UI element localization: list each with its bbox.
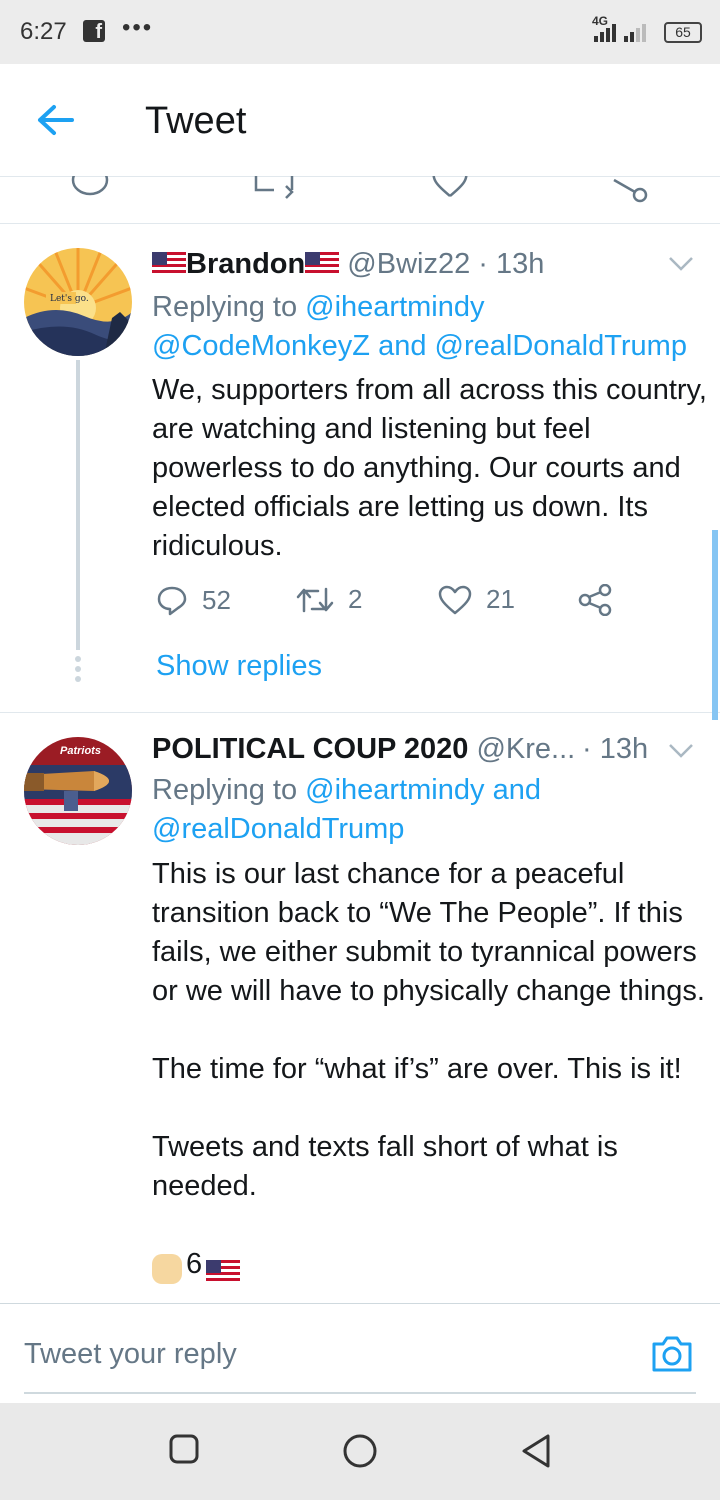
avatar-caption: Let's go. bbox=[50, 294, 89, 304]
avatar-caption: Patriots bbox=[60, 745, 101, 757]
retweet-count: 2 bbox=[348, 584, 363, 614]
heart-icon bbox=[438, 585, 472, 614]
back-icon[interactable] bbox=[520, 1433, 552, 1469]
replying-to: Replying to @iheartmindy and @realDonald… bbox=[152, 771, 712, 849]
show-replies-link[interactable]: Show replies bbox=[156, 650, 322, 683]
share-icon[interactable] bbox=[608, 176, 652, 206]
us-flag-icon bbox=[305, 252, 340, 276]
tweet-reply-1[interactable]: Let's go. Brandon @Bwiz22 · 13h Replying… bbox=[0, 224, 720, 712]
thread-dot bbox=[75, 656, 81, 662]
emoji-line: 6 bbox=[152, 1245, 712, 1284]
signal-strength-2-icon bbox=[624, 24, 646, 42]
retweet-icon bbox=[296, 587, 334, 612]
share-button[interactable] bbox=[578, 584, 612, 616]
mention-link[interactable]: @iheartmindy bbox=[305, 774, 484, 806]
mention-link[interactable]: @CodeMonkeyZ bbox=[152, 330, 370, 362]
display-name[interactable]: POLITICAL COUP 2020 bbox=[152, 733, 468, 765]
us-flag-icon bbox=[206, 1260, 241, 1284]
us-flag-icon bbox=[152, 252, 186, 276]
user-handle[interactable]: @Kre... bbox=[476, 733, 575, 765]
thread-dot bbox=[75, 676, 81, 682]
home-icon[interactable] bbox=[342, 1433, 378, 1469]
tweet-reply-2[interactable]: Patriots POLITICAL COUP 2020 @Kre... · 1… bbox=[0, 713, 720, 1303]
page-title: Tweet bbox=[145, 100, 247, 142]
fist-emoji-icon bbox=[152, 1254, 182, 1284]
like-count: 21 bbox=[486, 584, 515, 614]
facebook-notification-icon: f bbox=[83, 20, 105, 43]
app-header: Tweet bbox=[0, 64, 720, 177]
user-handle[interactable]: @Bwiz22 bbox=[347, 248, 470, 280]
partial-text: 6 bbox=[186, 1248, 203, 1280]
replying-prefix: Replying to bbox=[152, 291, 298, 323]
replying-prefix: Replying to bbox=[152, 774, 298, 806]
tweet-actions: 52 2 21 bbox=[152, 584, 672, 624]
like-button[interactable]: 21 bbox=[438, 584, 515, 615]
tweet-text: This is our last chance for a peaceful t… bbox=[152, 855, 712, 1284]
previous-tweet-actions bbox=[0, 176, 720, 224]
reply-count: 52 bbox=[202, 584, 231, 615]
tweet-author-line: Brandon @Bwiz22 · 13h bbox=[152, 248, 544, 281]
recent-apps-icon[interactable] bbox=[168, 1433, 200, 1465]
reply-input-underline bbox=[24, 1392, 696, 1394]
thread-dot bbox=[75, 666, 81, 672]
avatar[interactable]: Patriots bbox=[24, 737, 132, 845]
tweet-time: · 13h bbox=[478, 248, 545, 280]
signal-strength-icon bbox=[594, 24, 616, 42]
tweet-author-line: POLITICAL COUP 2020 @Kre... bbox=[152, 733, 575, 766]
thread-line bbox=[76, 360, 80, 650]
tweet-text: We, supporters from all across this coun… bbox=[152, 371, 712, 605]
reply-composer: Tweet your reply bbox=[0, 1303, 720, 1404]
replying-joiner: and bbox=[492, 774, 541, 806]
reply-button[interactable]: 52 bbox=[156, 584, 231, 616]
reply-input[interactable]: Tweet your reply bbox=[24, 1338, 237, 1371]
chevron-down-icon[interactable] bbox=[668, 743, 694, 759]
retweet-icon[interactable] bbox=[252, 176, 296, 202]
like-icon[interactable] bbox=[430, 176, 470, 202]
reply-icon[interactable] bbox=[70, 176, 110, 202]
tweet-paragraph: The time for “what if’s” are over. This … bbox=[152, 1053, 682, 1085]
mention-link[interactable]: @iheartmindy bbox=[305, 291, 484, 323]
more-notifications-icon: ••• bbox=[122, 14, 154, 41]
share-icon bbox=[578, 584, 612, 616]
mention-link[interactable]: @realDonaldTrump bbox=[435, 330, 687, 362]
camera-icon[interactable] bbox=[650, 1334, 694, 1374]
retweet-button[interactable]: 2 bbox=[296, 584, 362, 615]
mention-link[interactable]: @realDonaldTrump bbox=[152, 813, 404, 845]
avatar[interactable]: Let's go. bbox=[24, 248, 132, 356]
replying-to: Replying to @iheartmindy @CodeMonkeyZ an… bbox=[152, 288, 712, 366]
display-name[interactable]: Brandon bbox=[186, 248, 305, 280]
back-arrow-icon[interactable] bbox=[36, 104, 76, 136]
battery-icon: 65 bbox=[664, 22, 702, 43]
status-time: 6:27 bbox=[20, 18, 67, 45]
tweet-paragraph: This is our last chance for a peaceful t… bbox=[152, 858, 705, 1007]
tweet-time: · 13h bbox=[582, 733, 649, 765]
system-navigation-bar bbox=[0, 1403, 720, 1500]
replying-joiner: and bbox=[378, 330, 427, 362]
chevron-down-icon[interactable] bbox=[668, 256, 694, 272]
tweet-paragraph: Tweets and texts fall short of what is n… bbox=[152, 1131, 618, 1202]
reply-icon bbox=[157, 586, 187, 616]
status-bar: 6:27 f ••• 4G 65 bbox=[0, 0, 720, 64]
scrollbar[interactable] bbox=[712, 530, 718, 720]
tweet-paragraph: We, supporters from all across this coun… bbox=[152, 374, 707, 562]
